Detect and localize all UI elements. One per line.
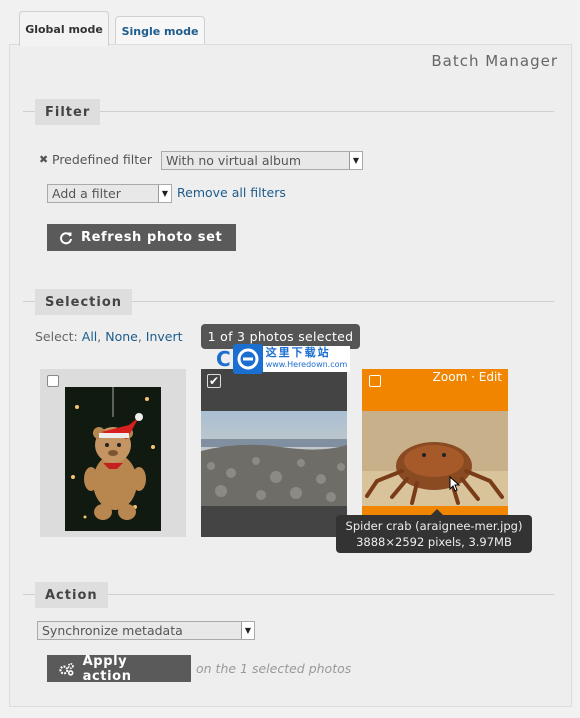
add-filter-value: Add a filter bbox=[52, 186, 121, 201]
page-title: Batch Manager bbox=[431, 52, 558, 70]
photo-card-spider-crab[interactable]: Zoom · Edit bbox=[362, 369, 508, 517]
selection-heading: Selection bbox=[35, 289, 133, 315]
action-select-value: Synchronize metadata bbox=[42, 623, 183, 638]
select-label: Select: bbox=[35, 329, 78, 344]
select-controls: Select: All, None, Invert bbox=[35, 329, 183, 344]
chevron-down-icon: ▼ bbox=[349, 152, 362, 169]
photo-card-teddy-bear[interactable] bbox=[40, 369, 186, 537]
photo-checkbox[interactable] bbox=[47, 375, 59, 387]
photo-card-rocky-shore[interactable]: ✔ bbox=[201, 369, 347, 537]
refresh-photo-set-label: Refresh photo set bbox=[81, 230, 223, 245]
mouse-cursor-icon bbox=[449, 476, 461, 492]
photo-checkbox[interactable] bbox=[369, 375, 381, 387]
remove-all-filters-link[interactable]: Remove all filters bbox=[177, 185, 286, 200]
refresh-photo-set-button[interactable]: Refresh photo set bbox=[47, 224, 236, 251]
gears-icon bbox=[59, 662, 74, 676]
predefined-filter-select[interactable]: With no virtual album ▼ bbox=[161, 151, 363, 170]
select-invert-link[interactable]: Invert bbox=[146, 329, 183, 344]
tooltip-dimensions: 3888×2592 pixels, 3.97MB bbox=[356, 535, 512, 549]
watermark-url: www.Heredown.com bbox=[265, 360, 348, 369]
action-heading: Action bbox=[35, 582, 108, 608]
predefined-filter-label: Predefined filter bbox=[52, 152, 152, 167]
tab-global-mode[interactable]: Global mode bbox=[19, 11, 109, 46]
chevron-down-icon: ▼ bbox=[241, 622, 254, 639]
teddy-bear-photo bbox=[65, 387, 161, 531]
add-filter-select[interactable]: Add a filter ▼ bbox=[47, 184, 172, 203]
tooltip-title: Spider crab (araignee-mer.jpg) bbox=[345, 519, 523, 533]
photo-checkbox-checked[interactable]: ✔ bbox=[207, 374, 221, 388]
photo-hover-actions: Zoom · Edit bbox=[433, 370, 502, 384]
select-none-link[interactable]: None bbox=[105, 329, 138, 344]
zoom-link[interactable]: Zoom bbox=[433, 370, 468, 384]
apply-action-button[interactable]: Apply action bbox=[47, 653, 191, 684]
filter-heading: Filter bbox=[35, 99, 101, 125]
watermark: C 这里下载站 www.Heredown.com bbox=[216, 344, 356, 374]
watermark-text: 这里下载站 www.Heredown.com bbox=[262, 346, 351, 372]
watermark-letter: C bbox=[216, 347, 231, 371]
chevron-down-icon: ▼ bbox=[158, 185, 171, 202]
tab-single-mode[interactable]: Single mode bbox=[115, 16, 205, 45]
watermark-cn: 这里下载站 bbox=[265, 346, 331, 359]
rocky-shore-photo bbox=[201, 411, 347, 506]
remove-filter-icon[interactable]: ✖ bbox=[39, 153, 48, 166]
watermark-logo-icon bbox=[232, 344, 263, 374]
refresh-icon bbox=[60, 231, 72, 244]
predefined-filter-value: With no virtual album bbox=[166, 153, 302, 168]
action-select[interactable]: Synchronize metadata ▼ bbox=[37, 621, 255, 640]
edit-link[interactable]: Edit bbox=[479, 370, 502, 384]
separator: · bbox=[471, 370, 475, 384]
apply-action-label: Apply action bbox=[82, 653, 132, 684]
select-all-link[interactable]: All bbox=[82, 329, 98, 344]
photo-tooltip: Spider crab (araignee-mer.jpg) 3888×2592… bbox=[336, 515, 532, 553]
section-divider bbox=[23, 111, 554, 112]
apply-action-note: on the 1 selected photos bbox=[196, 661, 352, 676]
spider-crab-photo bbox=[362, 411, 508, 506]
